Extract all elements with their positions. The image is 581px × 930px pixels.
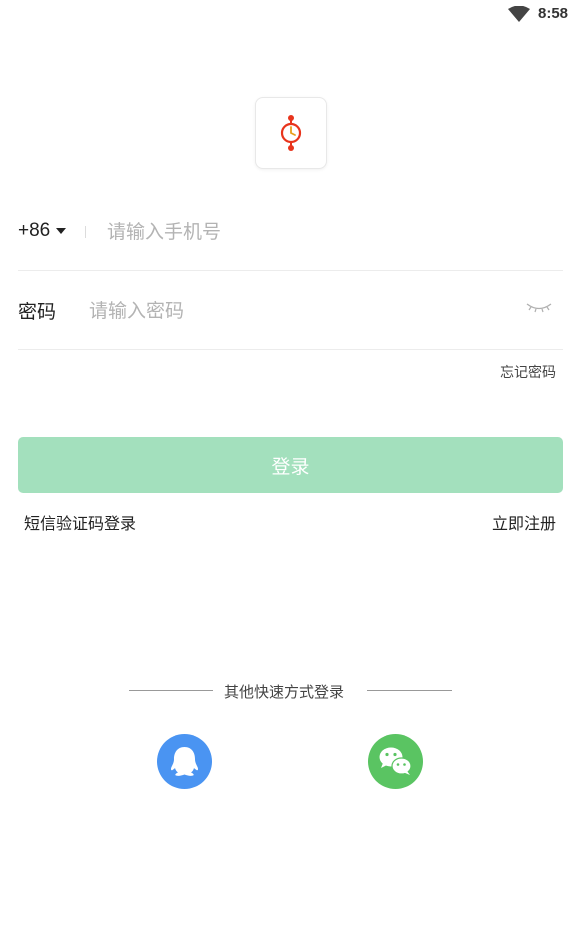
country-code-selector[interactable]: +86	[18, 220, 50, 242]
phone-input[interactable]	[107, 218, 537, 246]
password-row: 密码	[18, 271, 563, 350]
divider-right	[367, 690, 452, 691]
qq-login-button[interactable]	[157, 734, 212, 789]
chevron-down-icon[interactable]	[56, 228, 66, 234]
phone-row: +86	[18, 196, 563, 271]
status-time: 8:58	[538, 5, 569, 22]
password-label: 密码	[18, 301, 57, 323]
qq-icon	[170, 747, 199, 776]
divider	[85, 226, 86, 238]
register-link[interactable]: 立即注册	[492, 510, 556, 534]
status-bar: 8:58	[0, 0, 581, 32]
eye-closed-icon[interactable]	[526, 301, 552, 315]
wechat-login-button[interactable]	[368, 734, 423, 789]
divider-left	[129, 690, 213, 691]
app-logo	[255, 97, 327, 169]
sms-login-link[interactable]: 短信验证码登录	[24, 510, 136, 534]
login-screen: 8:58 +86 密码 忘记密码 登录 短信验证码登录 立即注册	[0, 0, 581, 930]
wechat-icon	[379, 747, 412, 775]
wifi-icon	[508, 6, 530, 22]
password-input[interactable]	[89, 297, 509, 325]
other-login-title: 其他快速方式登录	[224, 683, 345, 701]
forgot-password-link[interactable]: 忘记密码	[500, 362, 556, 382]
app-logo-icon	[280, 115, 302, 151]
login-button[interactable]: 登录	[18, 437, 563, 493]
